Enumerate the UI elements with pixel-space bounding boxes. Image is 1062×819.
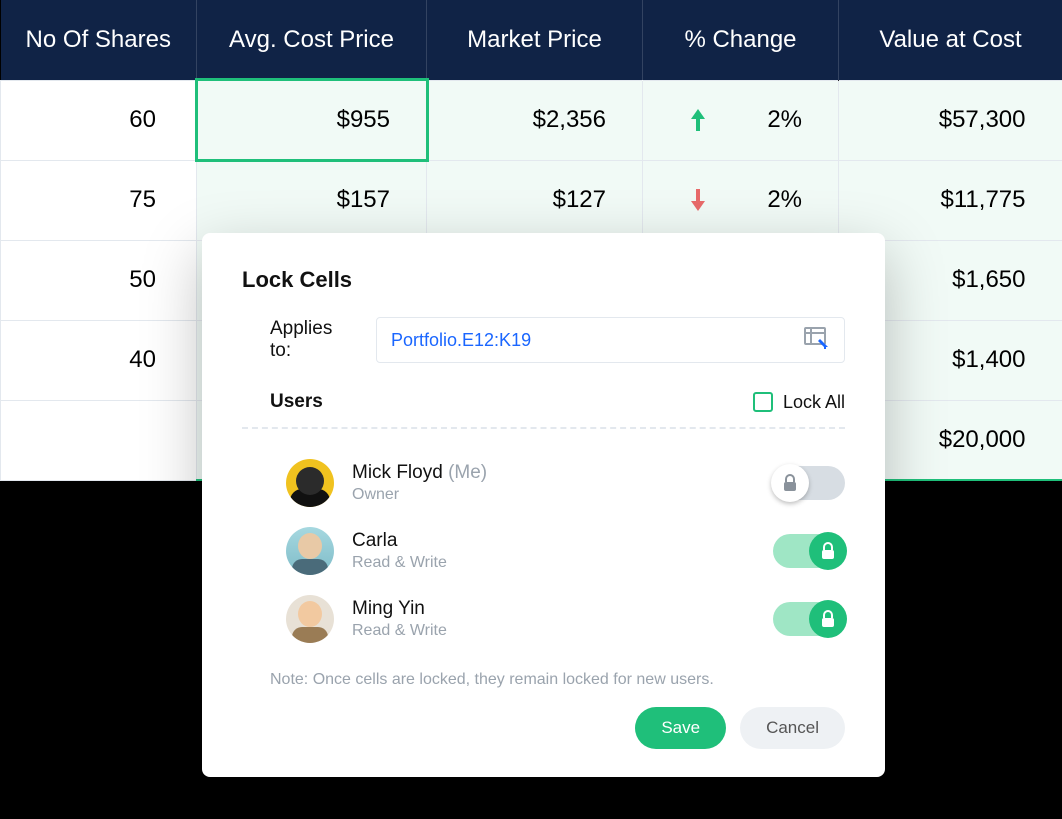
dialog-title: Lock Cells (242, 267, 845, 293)
cell-change[interactable]: 2% (643, 160, 839, 240)
user-name: Mick Floyd (Me) (352, 462, 773, 484)
user-role: Read & Write (352, 554, 773, 572)
lock-icon (820, 610, 836, 628)
change-value: 2% (767, 186, 802, 214)
lock-icon (782, 474, 798, 492)
range-input[interactable]: Portfolio.E12:K19 (376, 317, 845, 363)
arrow-down-icon (689, 187, 707, 213)
cell-market[interactable]: $2,356 (427, 80, 643, 160)
col-header-market[interactable]: Market Price (427, 0, 643, 80)
lock-icon (820, 542, 836, 560)
cell-shares[interactable]: 40 (1, 320, 197, 400)
cancel-button[interactable]: Cancel (740, 707, 845, 749)
cell-shares[interactable]: 60 (1, 80, 197, 160)
arrow-up-icon (689, 107, 707, 133)
col-header-shares[interactable]: No Of Shares (1, 0, 197, 80)
cell-avg-cost[interactable]: $157 (197, 160, 427, 240)
applies-to-label: Applies to: (242, 318, 352, 362)
dialog-note: Note: Once cells are locked, they remain… (242, 671, 845, 689)
lock-toggle[interactable] (773, 602, 845, 636)
cell-market[interactable]: $127 (427, 160, 643, 240)
user-name: Ming Yin (352, 598, 773, 620)
avatar (286, 595, 334, 643)
cell-shares[interactable]: 75 (1, 160, 197, 240)
lock-all-label: Lock All (783, 392, 845, 413)
range-text: Portfolio.E12:K19 (391, 330, 531, 351)
cell-value[interactable]: $57,300 (839, 80, 1062, 160)
user-row: Carla Read & Write (242, 517, 845, 585)
table-row: 75 $157 $127 2% $11,775 (1, 160, 1062, 240)
range-picker-icon[interactable] (804, 327, 830, 354)
change-value: 2% (767, 106, 802, 134)
cell-avg-cost[interactable]: $955 (197, 80, 427, 160)
users-section-label: Users (242, 391, 323, 413)
cell-shares[interactable]: 50 (1, 240, 197, 320)
lock-all-checkbox[interactable]: Lock All (753, 392, 845, 413)
divider (242, 427, 845, 429)
col-header-cost[interactable]: Avg. Cost Price (197, 0, 427, 80)
user-role: Owner (352, 486, 773, 504)
avatar (286, 527, 334, 575)
lock-toggle[interactable] (773, 466, 845, 500)
avatar (286, 459, 334, 507)
save-button[interactable]: Save (635, 707, 726, 749)
checkbox-icon (753, 392, 773, 412)
cell-value[interactable]: $11,775 (839, 160, 1062, 240)
cell-change[interactable]: 2% (643, 80, 839, 160)
user-row: Ming Yin Read & Write (242, 585, 845, 653)
lock-cells-dialog: Lock Cells Applies to: Portfolio.E12:K19… (202, 233, 885, 777)
lock-toggle[interactable] (773, 534, 845, 568)
table-row: 60 $955 $2,356 2% $57,300 (1, 80, 1062, 160)
col-header-value[interactable]: Value at Cost (839, 0, 1062, 80)
col-header-change[interactable]: % Change (643, 0, 839, 80)
cell-shares[interactable] (1, 400, 197, 480)
table-header-row: No Of Shares Avg. Cost Price Market Pric… (1, 0, 1062, 80)
user-name: Carla (352, 530, 773, 552)
user-role: Read & Write (352, 622, 773, 640)
user-row: Mick Floyd (Me) Owner (242, 449, 845, 517)
